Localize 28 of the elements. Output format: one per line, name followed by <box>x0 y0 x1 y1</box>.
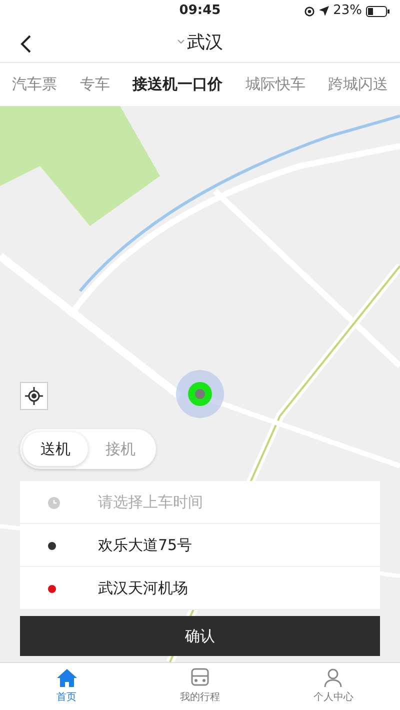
city-title: 武汉 <box>187 30 223 54</box>
trip-type-tab[interactable]: 接机 <box>88 432 153 466</box>
person-icon <box>324 668 342 688</box>
bottom-nav-tab[interactable]: 首页 <box>0 663 134 710</box>
time-placeholder: 请选择上车时间 <box>98 492 203 513</box>
trip-type-tab[interactable]: 送机 <box>23 432 88 466</box>
chevron-down-icon <box>177 39 185 45</box>
category-tab[interactable]: 接送机一口价 <box>126 69 228 100</box>
status-time: 09:45 <box>179 2 221 20</box>
bus-icon <box>190 668 209 688</box>
locate-button[interactable] <box>20 382 48 410</box>
home-icon <box>56 668 78 688</box>
rotation-lock-icon <box>304 6 316 16</box>
time-picker-row[interactable]: 请选择上车时间 <box>20 481 380 524</box>
bottom-nav-tab[interactable]: 个人中心 <box>266 663 400 710</box>
confirm-button[interactable]: 确认 <box>20 616 380 656</box>
clock-icon <box>48 496 60 509</box>
address-field[interactable]: 欢乐大道75号 <box>98 534 192 556</box>
category-tab[interactable]: 专车 <box>74 69 116 100</box>
address-field[interactable]: 武汉天河机场 <box>98 576 188 600</box>
location-arrow-icon <box>319 6 330 16</box>
category-tab[interactable]: 汽车票 <box>6 69 63 100</box>
battery-percent: 23% <box>333 2 362 20</box>
category-tab[interactable]: 跨城闪送 <box>322 69 394 100</box>
battery-icon <box>366 6 390 16</box>
bottom-nav-tab[interactable]: 我的行程 <box>133 663 267 710</box>
category-tab[interactable]: 城际快车 <box>239 69 312 100</box>
location-marker-icon <box>176 370 224 418</box>
